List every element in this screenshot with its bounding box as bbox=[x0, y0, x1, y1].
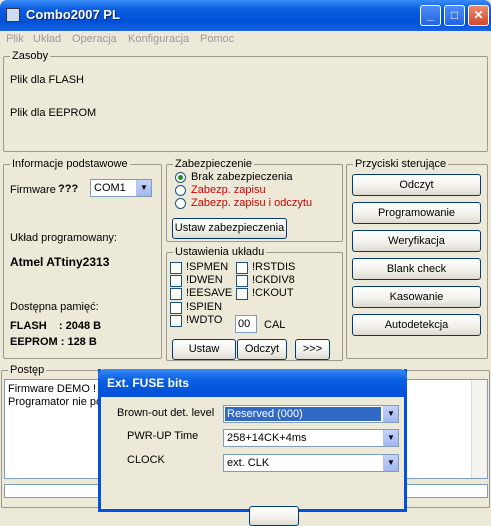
menu-plik[interactable]: Plik bbox=[6, 33, 24, 45]
przyciski-title: Przyciski sterujące bbox=[353, 158, 449, 170]
title-bar[interactable]: Combo2007 PL _ □ ✕ bbox=[0, 0, 491, 31]
main-window: Combo2007 PL _ □ ✕ Plik Układ Operacja K… bbox=[0, 0, 491, 526]
chk-rstdis[interactable] bbox=[236, 262, 248, 274]
maximize-button[interactable]: □ bbox=[444, 5, 465, 26]
uklad-label: Układ programowany: bbox=[10, 232, 117, 244]
ext-fuse-dialog: Ext. FUSE bits Brown-out det. level Rese… bbox=[98, 369, 407, 526]
bod-label: Brown-out det. level bbox=[117, 407, 215, 419]
more-button[interactable]: >>> bbox=[295, 339, 330, 360]
radio-zapisu-label: Zabezp. zapisu bbox=[191, 184, 266, 196]
chk-ckout[interactable] bbox=[236, 288, 248, 300]
log-line: Programator nie pod bbox=[8, 396, 109, 408]
odczyt-fuses-button[interactable]: Odczyt bbox=[237, 339, 287, 360]
ustaw-zabezpieczenia-button[interactable]: Ustaw zabezpieczenia bbox=[172, 218, 287, 239]
radio-zapisu-odczytu-label: Zabezp. zapisu i odczytu bbox=[191, 197, 313, 209]
pwr-value: 258+14CK+4ms bbox=[227, 432, 307, 444]
ustawienia-title: Ustawienia układu bbox=[173, 246, 267, 258]
radio-brak-label: Brak zabezpieczenia bbox=[191, 171, 293, 183]
radio-zapisu[interactable] bbox=[175, 185, 186, 196]
chevron-down-icon[interactable]: ▼ bbox=[383, 455, 398, 471]
weryfikacja-button[interactable]: Weryfikacja bbox=[352, 230, 481, 252]
flash-file-label[interactable]: Plik dla FLASH bbox=[10, 74, 84, 86]
chevron-down-icon[interactable]: ▼ bbox=[383, 430, 398, 446]
chk-ckdiv8[interactable] bbox=[236, 275, 248, 287]
chk-dwen[interactable] bbox=[170, 275, 182, 287]
port-select[interactable]: COM1 ▼ bbox=[90, 179, 152, 197]
info-title: Informacje podstawowe bbox=[10, 158, 130, 170]
chk-spien[interactable] bbox=[170, 302, 182, 314]
pamiec-label: Dostępna pamięć: bbox=[10, 301, 99, 313]
autodetekcja-button[interactable]: Autodetekcja bbox=[352, 314, 481, 336]
zabezpieczenie-group: Zabezpieczenie Brak zabezpieczenia Zabez… bbox=[166, 158, 343, 242]
log-scrollbar[interactable] bbox=[471, 380, 487, 478]
chk-dwen-label: !DWEN bbox=[186, 274, 223, 286]
firmware-label: Firmware bbox=[10, 184, 56, 196]
chk-spmen[interactable] bbox=[170, 262, 182, 274]
chk-ckdiv8-label: !CKDIV8 bbox=[252, 274, 295, 286]
zabezpieczenie-title: Zabezpieczenie bbox=[173, 158, 255, 170]
bod-value: Reserved (000) bbox=[225, 407, 381, 421]
close-button[interactable]: ✕ bbox=[468, 5, 489, 26]
chk-rstdis-label: !RSTDIS bbox=[252, 261, 296, 273]
log-line: Firmware DEMO ! bbox=[8, 383, 96, 395]
window-title: Combo2007 PL bbox=[26, 7, 120, 22]
chk-wdto[interactable] bbox=[170, 315, 182, 327]
chk-ckout-label: !CKOUT bbox=[252, 287, 294, 299]
zasoby-group: Zasoby Plik dla FLASH Plik dla EEPROM bbox=[3, 50, 488, 152]
firmware-value: ??? bbox=[58, 183, 79, 195]
chk-spien-label: !SPIEN bbox=[186, 301, 223, 313]
dialog-title-bar[interactable]: Ext. FUSE bits bbox=[98, 369, 407, 397]
programowanie-button[interactable]: Programowanie bbox=[352, 202, 481, 224]
eeprom-size: EEPROM : 128 B bbox=[10, 336, 97, 348]
menu-uklad[interactable]: Układ bbox=[33, 33, 61, 45]
menu-pomoc[interactable]: Pomoc bbox=[200, 33, 234, 45]
ustaw-button[interactable]: Ustaw bbox=[172, 339, 236, 360]
info-group: Informacje podstawowe Firmware ??? COM1 … bbox=[3, 158, 162, 359]
radio-zapisu-odczytu[interactable] bbox=[175, 198, 186, 209]
ustawienia-group: Ustawienia układu !SPMEN !DWEN !EESAVE !… bbox=[166, 246, 343, 361]
przyciski-group: Przyciski sterujące Odczyt Programowanie… bbox=[346, 158, 488, 359]
eeprom-file-label[interactable]: Plik dla EEPROM bbox=[10, 107, 96, 119]
blank-check-button[interactable]: Blank check bbox=[352, 258, 481, 280]
menu-operacja[interactable]: Operacja bbox=[72, 33, 117, 45]
clock-select[interactable]: ext. CLK ▼ bbox=[223, 454, 399, 472]
menu-konfiguracja[interactable]: Konfiguracja bbox=[128, 33, 189, 45]
pwr-select[interactable]: 258+14CK+4ms ▼ bbox=[223, 429, 399, 447]
port-value: COM1 bbox=[94, 182, 126, 194]
pwr-label: PWR-UP Time bbox=[127, 430, 199, 442]
dialog-title: Ext. FUSE bits bbox=[107, 376, 190, 390]
chk-wdto-label: !WDTO bbox=[186, 314, 223, 326]
cal-label: CAL bbox=[264, 319, 286, 331]
radio-brak[interactable] bbox=[175, 172, 186, 183]
cal-input[interactable]: 00 bbox=[235, 315, 257, 333]
odczyt-button[interactable]: Odczyt bbox=[352, 174, 481, 196]
dialog-ok-button[interactable] bbox=[249, 506, 299, 526]
chk-spmen-label: !SPMEN bbox=[186, 261, 229, 273]
zasoby-title: Zasoby bbox=[10, 50, 51, 62]
minimize-button[interactable]: _ bbox=[420, 5, 441, 26]
kasowanie-button[interactable]: Kasowanie bbox=[352, 286, 481, 308]
clock-value: ext. CLK bbox=[227, 457, 270, 469]
bod-select[interactable]: Reserved (000) ▼ bbox=[223, 405, 399, 423]
flash-size: FLASH : 2048 B bbox=[10, 320, 102, 332]
menu-bar: Plik Układ Operacja Konfiguracja Pomoc bbox=[0, 31, 491, 47]
chevron-down-icon[interactable]: ▼ bbox=[136, 180, 151, 196]
chk-eesave[interactable] bbox=[170, 288, 182, 300]
uklad-value: Atmel ATtiny2313 bbox=[10, 255, 110, 269]
chk-eesave-label: !EESAVE bbox=[186, 287, 233, 299]
app-icon bbox=[6, 8, 20, 22]
clock-label: CLOCK bbox=[127, 454, 165, 466]
postep-title: Postęp bbox=[8, 364, 47, 376]
chevron-down-icon[interactable]: ▼ bbox=[383, 406, 398, 422]
